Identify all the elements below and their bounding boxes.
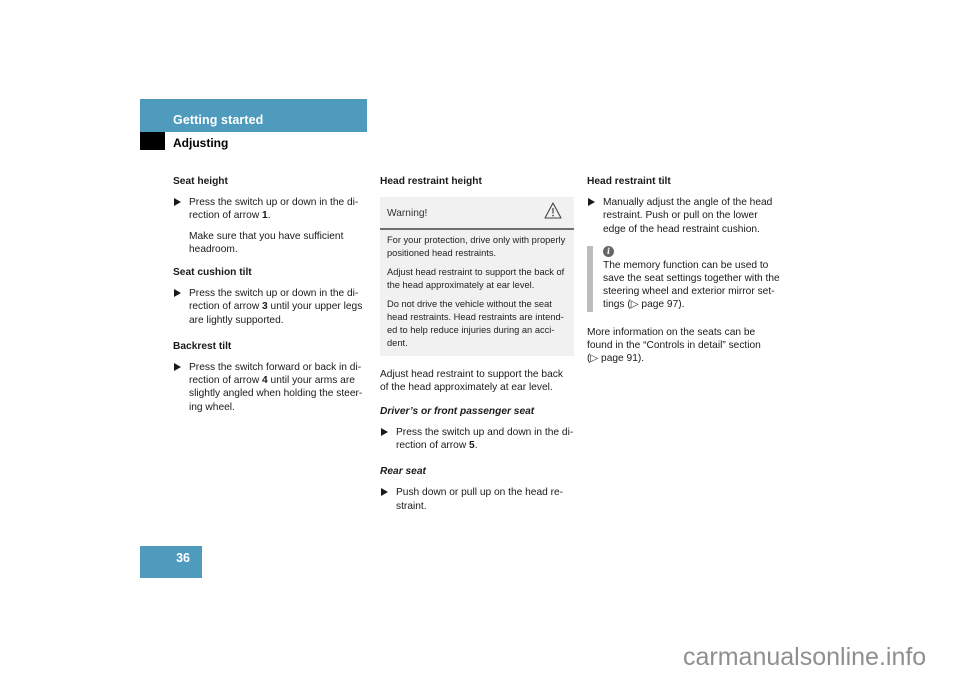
heading-backrest-tilt: Backrest tilt (173, 340, 232, 352)
heading-head-restraint-tilt: Head restraint tilt (587, 176, 671, 187)
bullet-arrow-icon (174, 198, 181, 207)
bullet-arrow-icon (588, 198, 595, 207)
heading-seat-height: Seat height (173, 176, 228, 187)
warning-body: For your protection, drive only with pro… (380, 230, 574, 356)
info-note: i The memory function can be used to sav… (587, 245, 783, 312)
watermark: carmanualsonline.info (683, 643, 927, 671)
bullet-arrow-icon (174, 363, 181, 372)
warning-header: Warning! (380, 197, 574, 231)
bullet-arrow-icon (174, 289, 181, 298)
info-text: The memory function can be used to save … (603, 259, 780, 311)
instruction-head-restraint-tilt: Manually adjust the angle of the head re… (587, 196, 783, 236)
bullet-arrow-icon (381, 427, 388, 436)
heading-front-seat: Driver’s or front passenger seat (380, 405, 535, 417)
warning-title: Warning! (387, 208, 428, 220)
info-icon: i (603, 245, 614, 257)
instruction-front-seat: Press the switch up and down in the di- … (380, 426, 576, 452)
column-3: Head restraint tilt Manually adjust the … (587, 175, 783, 375)
instruction-seat-cushion-tilt: Press the switch up or down in the di- r… (173, 287, 368, 327)
page-number-box: 36 (140, 546, 202, 578)
warning-triangle-icon (544, 202, 562, 219)
info-bar (587, 245, 593, 312)
section-marker (140, 132, 165, 150)
heading-head-restraint-height: Head restraint height (380, 176, 482, 187)
warning-paragraph: For your protection, drive only with pro… (387, 235, 566, 259)
column-2: Head restraint height Warning! For your … (380, 175, 576, 520)
heading-rear-seat: Rear seat (380, 466, 426, 478)
head-restraint-intro: Adjust head restraint to support the bac… (380, 369, 563, 394)
instruction-rear-seat: Push down or pull up on the head re- str… (380, 486, 576, 512)
section-title: Getting started (173, 113, 264, 127)
note-headroom: Make sure that you have sufficient headr… (189, 230, 344, 255)
instruction-backrest-tilt: Press the switch forward or back in di- … (173, 361, 368, 414)
page-number: 36 (176, 551, 190, 565)
more-information: More information on the seats can be fou… (587, 326, 761, 365)
subsection-title: Adjusting (173, 136, 229, 150)
instruction-seat-height: Press the switch up or down in the di- r… (173, 196, 368, 222)
bullet-arrow-icon (381, 488, 388, 497)
warning-paragraph: Adjust head restraint to support the bac… (387, 267, 565, 291)
warning-paragraph: Do not drive the vehicle without the sea… (387, 299, 564, 349)
heading-seat-cushion-tilt: Seat cushion tilt (173, 267, 252, 279)
warning-box: Warning! For your protection, drive only… (380, 197, 574, 357)
column-1: Seat height Press the switch up or down … (173, 175, 368, 421)
